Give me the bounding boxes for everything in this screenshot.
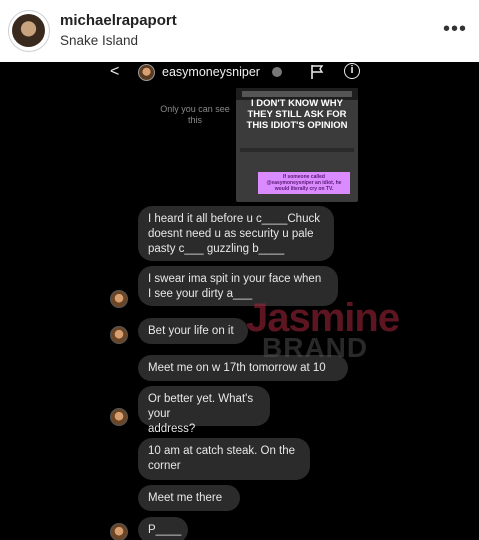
story-divider (240, 148, 354, 152)
message-bubble: I heard it all before u c____Chuck doesn… (138, 206, 334, 261)
message-bubble: Bet your life on it (138, 318, 248, 344)
avatar-image (12, 14, 45, 47)
story-headline: I DON'T KNOW WHY THEY STILL ASK FOR THIS… (246, 98, 348, 131)
watermark-sub: BRAND (262, 332, 369, 363)
sender-avatar (110, 523, 128, 540)
more-options-icon[interactable]: ••• (443, 19, 467, 39)
message-bubble: 10 am at catch steak. On the corner (138, 438, 310, 480)
dm-screenshot: < easymoneysniper i Only you can see thi… (0, 62, 479, 540)
post-username[interactable]: michaelrapaport (60, 12, 177, 29)
dm-avatar[interactable] (138, 64, 155, 81)
story-caption: If someone called @easymoneysniper an id… (258, 172, 350, 194)
post-location[interactable]: Snake Island (60, 33, 138, 48)
back-icon[interactable]: < (110, 64, 119, 80)
message-bubble: Meet me there (138, 485, 240, 511)
dm-header: < easymoneysniper i (0, 62, 479, 84)
profile-avatar[interactable] (8, 10, 50, 52)
post-header: michaelrapaport Snake Island ••• (0, 0, 479, 62)
story-reply-preview[interactable]: I DON'T KNOW WHY THEY STILL ASK FOR THIS… (236, 88, 358, 202)
message-bubble: P____ (138, 517, 188, 540)
sender-avatar (110, 408, 128, 426)
info-icon[interactable]: i (344, 63, 360, 79)
only-you-label: Only you can see this (160, 104, 230, 125)
sender-avatar (110, 326, 128, 344)
flag-icon[interactable] (310, 64, 324, 80)
status-dot-icon (272, 67, 282, 77)
sender-avatar (110, 290, 128, 308)
dm-username[interactable]: easymoneysniper (162, 65, 260, 79)
message-bubble: Or better yet. What's your address? (138, 386, 270, 435)
